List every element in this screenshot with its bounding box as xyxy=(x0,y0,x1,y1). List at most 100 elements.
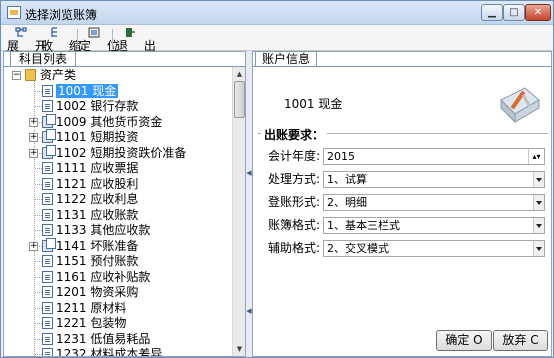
tree-item[interactable]: 1211 原材料 xyxy=(4,301,232,315)
collapse-toggle-icon[interactable]: − xyxy=(12,71,21,80)
tree-item-label: 1131 应收账款 xyxy=(56,207,139,222)
title-bar[interactable]: 选择浏览账簿 ▁ □ ✕ xyxy=(1,1,553,25)
aux-format-select[interactable]: 2、交叉模式 xyxy=(323,240,545,257)
ledger-format-value: 1、基本三栏式 xyxy=(327,219,400,232)
tree-item-label: 1102 短期投资跌价准备 xyxy=(56,145,187,160)
tree-item[interactable]: 1002 银行存款 xyxy=(4,99,232,113)
tree-guide-line xyxy=(35,292,42,293)
tree-guide-line xyxy=(35,214,42,216)
tree-item[interactable]: 1201 物资采购 xyxy=(4,285,232,299)
tree-item-label: 1161 应收补贴款 xyxy=(56,269,151,284)
tree-item-label: 1009 其他货币资金 xyxy=(56,114,163,129)
document-group-icon xyxy=(42,113,56,128)
tree-item[interactable]: 1151 预付账款 xyxy=(4,254,232,268)
year-label: 会计年度: xyxy=(268,149,321,163)
account-form-select[interactable]: 2、明细 xyxy=(323,194,545,211)
document-icon xyxy=(42,348,53,356)
account-title: 1001 现金 xyxy=(284,97,343,111)
app-icon xyxy=(7,6,21,19)
tree-guide-line xyxy=(35,261,42,262)
confirm-button[interactable]: 确定 O xyxy=(436,330,492,351)
tree-guide-line xyxy=(35,354,42,355)
cancel-button[interactable]: 放弃 C xyxy=(493,330,548,351)
tree-guide-line xyxy=(35,183,42,185)
document-group-icon xyxy=(42,144,56,159)
tree-item[interactable]: 1231 低值易耗品 xyxy=(4,332,232,346)
tree-item-label: 1101 短期投资 xyxy=(56,130,139,144)
method-select[interactable]: 1、试算 xyxy=(323,171,545,188)
tree-item-label: 1001 现金 xyxy=(56,83,119,98)
maximize-button[interactable]: □ xyxy=(503,4,525,21)
dialog-window: 选择浏览账簿 ▁ □ ✕ 展 开 收 缩 定 位 退 出 科目列表 − 资产类 10… xyxy=(0,0,554,358)
tree-item-label: 1232 材料成本差异 xyxy=(56,347,163,356)
expand-button[interactable]: 展 开 xyxy=(7,27,47,53)
tree-item[interactable]: +1009 其他货币资金 xyxy=(4,113,232,129)
minimize-button[interactable]: ▁ xyxy=(481,4,503,21)
tree-item-label: 1121 应收股利 xyxy=(56,176,139,191)
tree-item[interactable]: 1131 应收账款 xyxy=(4,208,232,222)
chevron-down-icon[interactable] xyxy=(533,172,544,187)
tree-guide-line xyxy=(35,307,42,309)
tree-item[interactable]: 1133 其他应收款 xyxy=(4,223,232,237)
document-group-icon xyxy=(42,237,56,252)
expand-toggle-icon[interactable]: + xyxy=(29,117,38,127)
tree-item[interactable]: 1232 材料成本差异 xyxy=(4,347,232,356)
chevron-down-icon[interactable] xyxy=(533,241,544,256)
ledger-format-select[interactable]: 1、基本三栏式 xyxy=(323,217,545,234)
tree-guide-line xyxy=(35,323,42,324)
scroll-up-icon[interactable]: ▲ xyxy=(234,68,245,80)
document-icon xyxy=(42,317,53,329)
tree-item-label: 1111 应收票据 xyxy=(56,161,139,175)
account-form-label: 登账形式: xyxy=(268,195,321,209)
collapse-button[interactable]: 收 缩 xyxy=(41,27,81,53)
document-group-icon xyxy=(42,129,56,143)
tree-item-label: 1231 低值易耗品 xyxy=(56,331,151,346)
tree-item-label: 1201 物资采购 xyxy=(56,285,139,299)
tree-item-label: 1141 坏账准备 xyxy=(56,238,139,253)
tree-item[interactable]: +1102 短期投资跌价准备 xyxy=(4,144,232,160)
scroll-down-icon[interactable]: ▼ xyxy=(234,343,245,355)
expand-toggle-icon[interactable]: + xyxy=(29,241,38,251)
tab-divider xyxy=(253,66,551,67)
tree-category[interactable]: − 资产类 xyxy=(4,68,232,82)
document-icon xyxy=(42,84,53,97)
tree-item[interactable]: 1221 包装物 xyxy=(4,316,232,330)
locate-button[interactable]: 定 位 xyxy=(79,27,119,53)
tree-item[interactable]: 1161 应收补贴款 xyxy=(4,270,232,284)
tree-item[interactable]: 1111 应收票据 xyxy=(4,161,232,175)
tree-guide-line xyxy=(35,230,42,231)
account-form-value: 2、明细 xyxy=(327,196,367,209)
chevron-down-icon[interactable] xyxy=(533,195,544,210)
ledger-tools-icon xyxy=(500,87,540,124)
tree-item[interactable]: 1001 现金 xyxy=(4,83,232,98)
tree-item-label: 资产类 xyxy=(40,68,77,82)
tree-item[interactable]: 1122 应收利息 xyxy=(4,192,232,206)
tree-guide-line xyxy=(35,168,42,169)
year-value: 2015 xyxy=(327,150,355,163)
aux-format-label: 辅助格式: xyxy=(268,241,321,255)
scroll-thumb[interactable] xyxy=(234,81,245,118)
document-icon xyxy=(42,301,53,314)
expand-toggle-icon[interactable]: + xyxy=(29,148,38,158)
account-list-panel: 科目列表 − 资产类 1001 现金 1002 银行存款 +1009 其他货币资金 +11… xyxy=(3,51,246,357)
expand-toggle-icon[interactable]: + xyxy=(29,133,38,142)
tree-item[interactable]: +1101 短期投资 xyxy=(4,129,232,144)
tree-guide-line xyxy=(35,106,42,107)
account-tree: − 资产类 1001 现金 1002 银行存款 +1009 其他货币资金 +1101 短期… xyxy=(4,67,232,356)
tree-item[interactable]: 1121 应收股利 xyxy=(4,177,232,191)
tree-item-label: 1151 预付账款 xyxy=(56,254,139,268)
tree-item-label: 1122 应收利息 xyxy=(56,192,139,206)
spin-arrows-icon[interactable]: ▴▾ xyxy=(528,149,544,164)
close-button[interactable]: ✕ xyxy=(525,4,551,21)
tab-account-list[interactable]: 科目列表 xyxy=(10,51,77,66)
tree-item-label: 1211 原材料 xyxy=(56,300,127,315)
year-stepper[interactable]: 2015 ▴▾ xyxy=(323,148,545,165)
tree-item[interactable]: +1141 坏账准备 xyxy=(4,237,232,253)
exit-button[interactable]: 退 出 xyxy=(114,27,156,53)
tree-scrollbar[interactable]: ▲ ▼ xyxy=(232,67,245,356)
tab-account-info[interactable]: 账户信息 xyxy=(255,51,318,66)
tree-item-label: 1133 其他应收款 xyxy=(56,223,151,237)
document-icon xyxy=(42,208,53,221)
tree-guide-line xyxy=(35,276,42,278)
chevron-down-icon[interactable] xyxy=(533,218,544,233)
